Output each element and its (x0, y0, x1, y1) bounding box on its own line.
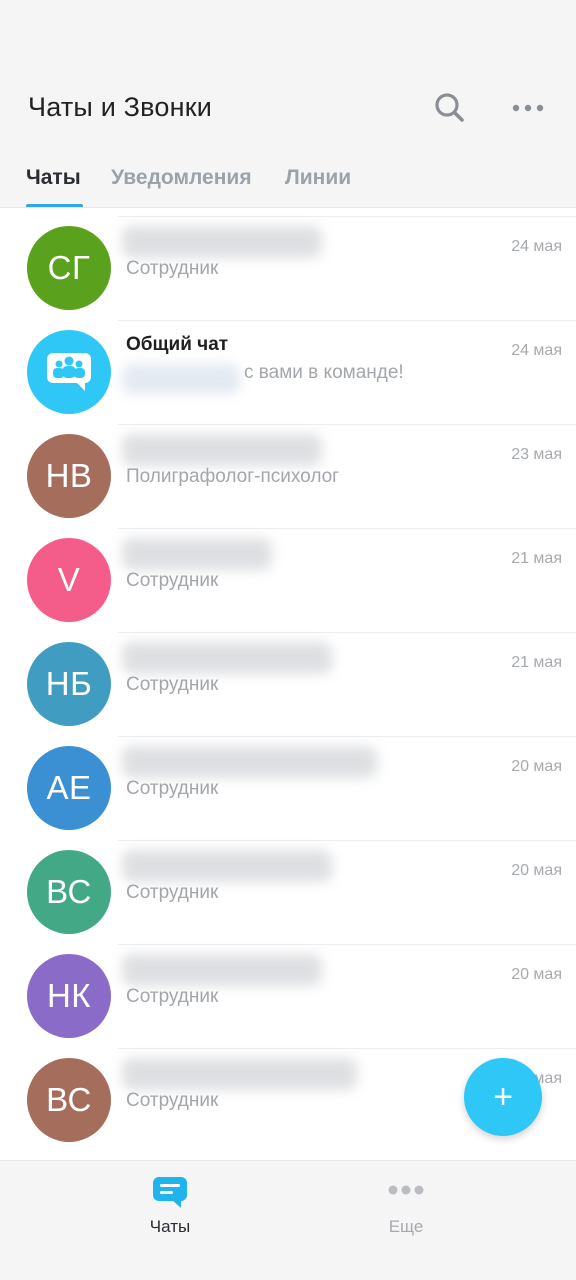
redacted-text (122, 364, 240, 394)
chat-date: 20 мая (511, 758, 562, 775)
chat-subtitle: Сотрудник (126, 986, 219, 1007)
chat-bubble-icon (151, 1173, 189, 1216)
avatar (27, 330, 111, 414)
nav-label: Еще (388, 1217, 424, 1236)
chat-subtitle: Сотрудник (126, 258, 219, 279)
avatar: СГ (27, 226, 111, 310)
more-dots-icon (512, 104, 544, 112)
chat-row[interactable]: НК Сотрудник 20 мая (0, 944, 576, 1048)
nav-item-chats[interactable]: Чаты (70, 1161, 270, 1280)
header-divider (0, 207, 576, 208)
chat-subtitle: Полиграфолог-психолог (126, 466, 340, 487)
chat-row[interactable]: НБ Сотрудник 21 мая (0, 632, 576, 736)
chat-row[interactable]: Общий чат с вами в команде! 24 мая (0, 320, 576, 424)
more-options-button[interactable] (508, 88, 548, 128)
chat-date: 21 мая (511, 654, 562, 671)
row-divider (118, 216, 576, 217)
chat-list: СГ Сотрудник 24 мая Общий чат с вами в к… (0, 216, 576, 1152)
app-header: Чаты и Звонки Чаты Уведомления Линии (0, 0, 576, 208)
chat-subtitle: Сотрудник (126, 882, 219, 903)
chat-subtitle: с вами в команде! (244, 362, 404, 383)
row-divider (118, 840, 576, 841)
chat-row[interactable]: АЕ Сотрудник 20 мая (0, 736, 576, 840)
plus-icon: + (493, 1077, 513, 1116)
avatar: V (27, 538, 111, 622)
chat-name: Общий чат (126, 334, 229, 355)
chat-subtitle: Сотрудник (126, 570, 219, 591)
redacted-name (122, 434, 322, 466)
redacted-name (122, 226, 322, 258)
chat-date: 24 мая (511, 342, 562, 359)
search-button[interactable] (430, 88, 470, 128)
avatar: НК (27, 954, 111, 1038)
row-divider (118, 424, 576, 425)
chat-date: 20 мая (511, 966, 562, 983)
row-divider (118, 1048, 576, 1049)
chat-row[interactable]: СГ Сотрудник 24 мая (0, 216, 576, 320)
avatar: ВС (27, 1058, 111, 1142)
bottom-navigation: Чаты Еще (0, 1160, 576, 1280)
row-divider (118, 632, 576, 633)
new-chat-button[interactable]: + (464, 1058, 542, 1136)
chat-row[interactable]: V Сотрудник 21 мая (0, 528, 576, 632)
tab-notifications[interactable]: Уведомления (111, 166, 252, 190)
chat-row[interactable]: НВ Полиграфолог-психолог 23 мая (0, 424, 576, 528)
row-divider (118, 528, 576, 529)
avatar: НБ (27, 642, 111, 726)
chat-subtitle: Сотрудник (126, 1090, 219, 1111)
redacted-name (122, 538, 272, 570)
nav-item-more[interactable]: Еще (306, 1161, 506, 1280)
row-divider (118, 320, 576, 321)
row-divider (118, 736, 576, 737)
avatar: НВ (27, 434, 111, 518)
chat-date: 21 мая (511, 550, 562, 567)
search-icon (435, 93, 464, 122)
redacted-name (122, 746, 377, 778)
nav-label: Чаты (149, 1217, 191, 1236)
chat-date: 24 мая (511, 238, 562, 255)
avatar: ВС (27, 850, 111, 934)
tab-bar: Чаты Уведомления Линии (0, 160, 576, 208)
chat-subtitle: Сотрудник (126, 674, 219, 695)
group-chat-icon (47, 353, 91, 391)
row-divider (118, 944, 576, 945)
more-dots-icon (386, 1183, 426, 1202)
redacted-name (122, 954, 322, 986)
redacted-name (122, 642, 332, 674)
avatar: АЕ (27, 746, 111, 830)
redacted-name (122, 1058, 357, 1090)
page-title: Чаты и Звонки (28, 92, 213, 122)
chat-row[interactable]: ВС Сотрудник 20 мая (0, 840, 576, 944)
chat-subtitle: Сотрудник (126, 778, 219, 799)
tab-lines[interactable]: Линии (285, 166, 351, 190)
tab-chats[interactable]: Чаты (26, 166, 81, 190)
chat-date: 20 мая (511, 862, 562, 879)
redacted-name (122, 850, 332, 882)
chat-date: 23 мая (511, 446, 562, 463)
